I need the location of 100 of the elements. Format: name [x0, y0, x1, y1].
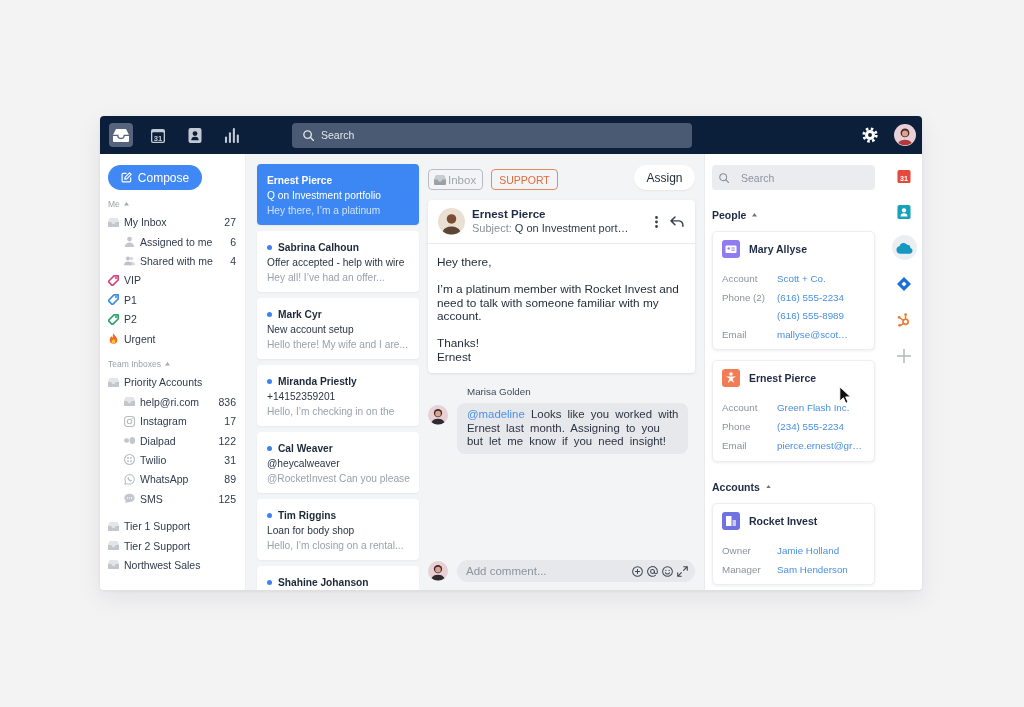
record-name[interactable]: Rocket Invest	[749, 514, 818, 527]
bar-chart-icon	[224, 127, 240, 143]
search-field[interactable]: Search	[712, 165, 875, 190]
cloud-icon	[895, 241, 913, 254]
sidebar-item[interactable]: P2	[108, 309, 236, 329]
subject-text: @heycalweaver	[267, 457, 341, 471]
person-icon	[722, 369, 740, 387]
field-link[interactable]: Scott + Co.	[777, 270, 865, 288]
section-toggle[interactable]: People	[712, 208, 758, 222]
sender-name: Cal Weaver	[278, 442, 333, 456]
subject-line: Subject: Q on Investment port…	[472, 221, 629, 236]
sidebar-item[interactable]: My Inbox 27	[108, 212, 236, 232]
add-icon[interactable]	[632, 565, 643, 577]
conversation-card[interactable]: Tim Riggins Loan for body shop Hello, I’m closing on a rental...	[257, 499, 419, 560]
field-link[interactable]: (616) 555-2234	[777, 289, 865, 307]
field-label: Account	[722, 401, 759, 415]
avatar-icon	[438, 208, 465, 235]
diamond-icon	[897, 276, 911, 291]
field-link[interactable]: mallyse@scot…	[777, 325, 865, 343]
inbox-icon	[113, 127, 129, 143]
field-link[interactable]: (616) 555-8989	[777, 306, 865, 324]
assign-button[interactable]: Assign	[634, 165, 695, 190]
sender-name: Ernest Pierce	[267, 174, 333, 188]
conversation-card[interactable]: Miranda Priestly +14152359201 Hello, I’m checking in on the	[257, 365, 419, 426]
subject-text: Loan for body shop	[267, 524, 356, 538]
message-text: I’m a platinum member with Rocket Invest and need to talk with someone familiar with my account.	[437, 283, 680, 324]
inbox-icon	[434, 174, 446, 185]
preview-text: Hey there, I’m a platinum	[267, 204, 382, 218]
integration-button[interactable]	[891, 235, 917, 260]
sidebar-item[interactable]: Tier 1 Support	[108, 516, 236, 536]
flame-icon	[108, 333, 119, 345]
sidebar-item[interactable]: Twilio 31	[108, 450, 236, 470]
sender-name: Sabrina Calhoun	[278, 241, 359, 255]
message-text: Thanks!	[437, 337, 480, 351]
comment-author: Marisa Golden	[467, 386, 532, 398]
nav-tab[interactable]	[109, 123, 133, 147]
field-label: Owner	[722, 543, 752, 558]
building-icon	[722, 511, 740, 530]
people-icon	[124, 255, 135, 267]
mention-icon[interactable]	[647, 565, 658, 577]
message-bubble-icon	[124, 493, 135, 505]
sidebar-item[interactable]: SMS 125	[108, 489, 236, 509]
sidebar-item[interactable]: Northwest Sales	[108, 555, 236, 575]
sidebar-item[interactable]: Tier 2 Support	[108, 535, 236, 556]
sidebar-item[interactable]: Shared with me 4	[108, 251, 236, 271]
sidebar-item[interactable]: Dialpad 122	[108, 430, 236, 451]
field-label: Manager	[722, 562, 762, 577]
sidebar-item[interactable]: Assigned to me 6	[108, 231, 236, 252]
sidebar-item[interactable]: P1	[108, 290, 236, 310]
preview-text: Hey all! I’ve had an offer...	[267, 271, 386, 285]
sidebar-item[interactable]: Priority Accounts	[108, 372, 236, 393]
conversation-card[interactable]: Ernest Pierce Q on Investment portfolio Hey there, I’m a platinum	[257, 164, 419, 225]
field-link[interactable]: Sam Henderson	[777, 560, 865, 578]
preview-text: Hello there! My wife and I are...	[267, 338, 409, 352]
inbox-icon	[108, 540, 119, 552]
conversation-card[interactable]: Shahine Johanson	[257, 566, 419, 590]
settings-icon[interactable]	[862, 127, 878, 143]
conversation-card[interactable]: Mark Cyr New account setup Hello there! My wife and I are...	[257, 298, 419, 359]
item-count: 89	[224, 473, 236, 486]
preview-text: @RocketInvest Can you please	[267, 472, 411, 486]
conversation-card[interactable]: Cal Weaver @heycalweaver @RocketInvest Can you please	[257, 432, 419, 493]
item-count: 6	[230, 235, 236, 248]
contact-card-icon	[722, 240, 740, 258]
message-text: Ernest	[437, 350, 473, 364]
more-icon[interactable]	[655, 215, 658, 228]
section-toggle[interactable]: Accounts	[712, 479, 771, 494]
sender-name: Ernest Pierce	[472, 207, 547, 221]
sidebar-item[interactable]: help@ri.com 836	[108, 392, 236, 412]
sprocket-icon	[897, 312, 911, 327]
emoji-icon[interactable]	[662, 565, 673, 577]
sidebar-item[interactable]: Urgent	[108, 328, 236, 349]
expand-icon[interactable]	[677, 565, 688, 577]
reply-icon[interactable]	[670, 216, 684, 227]
inbox-icon	[108, 376, 119, 388]
inbox-icon	[108, 216, 119, 228]
sidebar-item[interactable]: VIP	[108, 270, 236, 291]
search-icon	[303, 129, 314, 141]
field-link[interactable]: pierce.ernest@gr…	[777, 437, 865, 455]
field-link[interactable]: Jamie Holland	[777, 541, 865, 559]
field-label: Email	[722, 327, 748, 342]
record-name[interactable]: Ernest Pierce	[749, 372, 817, 384]
inbox-icon	[108, 520, 119, 532]
item-count: 27	[224, 216, 236, 229]
edit-icon	[120, 172, 132, 183]
field-link[interactable]: Green Flash Inc.	[777, 399, 865, 417]
person-icon	[124, 236, 135, 248]
field-label: Account	[722, 272, 759, 286]
item-count: 4	[230, 254, 236, 267]
sidebar-item[interactable]: Instagram 17	[108, 411, 236, 431]
comment-text: @madeline Looks like you worked with Ernest last month. Assigning to you but let me know if you need insight!	[457, 403, 688, 454]
search-field[interactable]: Search	[292, 122, 692, 148]
comment-field[interactable]: Add comment...	[457, 560, 695, 582]
field-link[interactable]: (234) 555-2234	[777, 418, 865, 436]
conversation-card[interactable]: Sabrina Calhoun Offer accepted - help with wire Hey all! I’ve had an offer...	[257, 231, 419, 292]
preview-text: Hello, I’m closing on a rental...	[267, 539, 405, 553]
preview-text: Hello, I’m checking in on the	[267, 405, 396, 419]
inbox-icon	[124, 396, 135, 408]
sidebar-item[interactable]: WhatsApp 89	[108, 469, 236, 490]
avatar-icon[interactable]	[894, 124, 916, 146]
record-name[interactable]: Mary Allyse	[749, 243, 807, 255]
